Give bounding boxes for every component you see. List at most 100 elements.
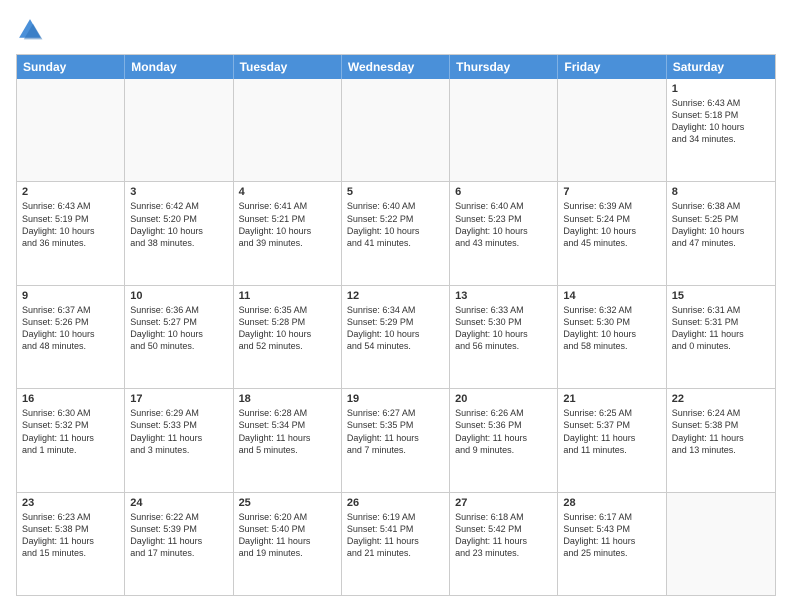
day-number: 6 bbox=[455, 186, 552, 198]
day-info: Sunrise: 6:42 AM Sunset: 5:20 PM Dayligh… bbox=[130, 200, 227, 249]
day-number: 10 bbox=[130, 290, 227, 302]
calendar-cell bbox=[450, 79, 558, 181]
day-info: Sunrise: 6:17 AM Sunset: 5:43 PM Dayligh… bbox=[563, 511, 660, 560]
day-number: 7 bbox=[563, 186, 660, 198]
day-info: Sunrise: 6:40 AM Sunset: 5:23 PM Dayligh… bbox=[455, 200, 552, 249]
day-number: 5 bbox=[347, 186, 444, 198]
day-number: 27 bbox=[455, 497, 552, 509]
day-info: Sunrise: 6:43 AM Sunset: 5:19 PM Dayligh… bbox=[22, 200, 119, 249]
day-number: 12 bbox=[347, 290, 444, 302]
calendar-cell: 28 Sunrise: 6:17 AM Sunset: 5:43 PM Dayli… bbox=[558, 493, 666, 595]
calendar-cell: 14 Sunrise: 6:32 AM Sunset: 5:30 PM Dayli… bbox=[558, 286, 666, 388]
calendar-header-day: Tuesday bbox=[234, 55, 342, 79]
day-info: Sunrise: 6:35 AM Sunset: 5:28 PM Dayligh… bbox=[239, 304, 336, 353]
calendar-cell bbox=[667, 493, 775, 595]
calendar-week: 23 Sunrise: 6:23 AM Sunset: 5:38 PM Dayli… bbox=[17, 493, 775, 595]
day-number: 25 bbox=[239, 497, 336, 509]
calendar-cell: 4 Sunrise: 6:41 AM Sunset: 5:21 PM Daylig… bbox=[234, 182, 342, 284]
calendar-header-day: Thursday bbox=[450, 55, 558, 79]
calendar-cell: 10 Sunrise: 6:36 AM Sunset: 5:27 PM Dayli… bbox=[125, 286, 233, 388]
day-number: 24 bbox=[130, 497, 227, 509]
calendar-header: SundayMondayTuesdayWednesdayThursdayFrid… bbox=[17, 55, 775, 79]
header bbox=[16, 16, 776, 44]
page: SundayMondayTuesdayWednesdayThursdayFrid… bbox=[0, 0, 792, 612]
calendar-week: 1Sunrise: 6:43 AM Sunset: 5:18 PM Daylig… bbox=[17, 79, 775, 182]
day-info: Sunrise: 6:24 AM Sunset: 5:38 PM Dayligh… bbox=[672, 407, 770, 456]
calendar-cell: 18 Sunrise: 6:28 AM Sunset: 5:34 PM Dayli… bbox=[234, 389, 342, 491]
calendar-cell bbox=[558, 79, 666, 181]
calendar-cell: 17 Sunrise: 6:29 AM Sunset: 5:33 PM Dayli… bbox=[125, 389, 233, 491]
calendar-cell: 3 Sunrise: 6:42 AM Sunset: 5:20 PM Daylig… bbox=[125, 182, 233, 284]
day-number: 2 bbox=[22, 186, 119, 198]
calendar-cell bbox=[17, 79, 125, 181]
day-number: 18 bbox=[239, 393, 336, 405]
calendar-cell: 2 Sunrise: 6:43 AM Sunset: 5:19 PM Daylig… bbox=[17, 182, 125, 284]
day-info: Sunrise: 6:18 AM Sunset: 5:42 PM Dayligh… bbox=[455, 511, 552, 560]
logo-icon bbox=[16, 16, 44, 44]
calendar-body: 1Sunrise: 6:43 AM Sunset: 5:18 PM Daylig… bbox=[17, 79, 775, 595]
calendar-week: 9 Sunrise: 6:37 AM Sunset: 5:26 PM Daylig… bbox=[17, 286, 775, 389]
day-number: 9 bbox=[22, 290, 119, 302]
calendar-cell: 8Sunrise: 6:38 AM Sunset: 5:25 PM Daylig… bbox=[667, 182, 775, 284]
day-number: 23 bbox=[22, 497, 119, 509]
calendar-cell: 6 Sunrise: 6:40 AM Sunset: 5:23 PM Daylig… bbox=[450, 182, 558, 284]
calendar-header-day: Saturday bbox=[667, 55, 775, 79]
day-number: 13 bbox=[455, 290, 552, 302]
day-info: Sunrise: 6:27 AM Sunset: 5:35 PM Dayligh… bbox=[347, 407, 444, 456]
calendar-cell: 5 Sunrise: 6:40 AM Sunset: 5:22 PM Daylig… bbox=[342, 182, 450, 284]
calendar-cell: 13 Sunrise: 6:33 AM Sunset: 5:30 PM Dayli… bbox=[450, 286, 558, 388]
day-info: Sunrise: 6:34 AM Sunset: 5:29 PM Dayligh… bbox=[347, 304, 444, 353]
day-number: 11 bbox=[239, 290, 336, 302]
day-info: Sunrise: 6:39 AM Sunset: 5:24 PM Dayligh… bbox=[563, 200, 660, 249]
calendar-cell: 27 Sunrise: 6:18 AM Sunset: 5:42 PM Dayli… bbox=[450, 493, 558, 595]
day-number: 21 bbox=[563, 393, 660, 405]
day-number: 22 bbox=[672, 393, 770, 405]
calendar-cell: 1Sunrise: 6:43 AM Sunset: 5:18 PM Daylig… bbox=[667, 79, 775, 181]
calendar-cell: 19 Sunrise: 6:27 AM Sunset: 5:35 PM Dayli… bbox=[342, 389, 450, 491]
calendar-header-day: Monday bbox=[125, 55, 233, 79]
calendar-header-day: Friday bbox=[558, 55, 666, 79]
calendar-cell: 9 Sunrise: 6:37 AM Sunset: 5:26 PM Daylig… bbox=[17, 286, 125, 388]
logo bbox=[16, 16, 48, 44]
calendar-cell: 26 Sunrise: 6:19 AM Sunset: 5:41 PM Dayli… bbox=[342, 493, 450, 595]
calendar-header-day: Sunday bbox=[17, 55, 125, 79]
day-info: Sunrise: 6:37 AM Sunset: 5:26 PM Dayligh… bbox=[22, 304, 119, 353]
day-number: 20 bbox=[455, 393, 552, 405]
day-info: Sunrise: 6:20 AM Sunset: 5:40 PM Dayligh… bbox=[239, 511, 336, 560]
day-info: Sunrise: 6:31 AM Sunset: 5:31 PM Dayligh… bbox=[672, 304, 770, 353]
day-number: 28 bbox=[563, 497, 660, 509]
day-info: Sunrise: 6:32 AM Sunset: 5:30 PM Dayligh… bbox=[563, 304, 660, 353]
day-number: 17 bbox=[130, 393, 227, 405]
day-info: Sunrise: 6:19 AM Sunset: 5:41 PM Dayligh… bbox=[347, 511, 444, 560]
day-info: Sunrise: 6:41 AM Sunset: 5:21 PM Dayligh… bbox=[239, 200, 336, 249]
calendar-cell: 15 Sunrise: 6:31 AM Sunset: 5:31 PM Dayli… bbox=[667, 286, 775, 388]
calendar-cell: 24 Sunrise: 6:22 AM Sunset: 5:39 PM Dayli… bbox=[125, 493, 233, 595]
day-info: Sunrise: 6:33 AM Sunset: 5:30 PM Dayligh… bbox=[455, 304, 552, 353]
day-info: Sunrise: 6:25 AM Sunset: 5:37 PM Dayligh… bbox=[563, 407, 660, 456]
day-info: Sunrise: 6:22 AM Sunset: 5:39 PM Dayligh… bbox=[130, 511, 227, 560]
day-info: Sunrise: 6:29 AM Sunset: 5:33 PM Dayligh… bbox=[130, 407, 227, 456]
day-number: 3 bbox=[130, 186, 227, 198]
calendar-cell: 21 Sunrise: 6:25 AM Sunset: 5:37 PM Dayli… bbox=[558, 389, 666, 491]
calendar-cell: 23 Sunrise: 6:23 AM Sunset: 5:38 PM Dayli… bbox=[17, 493, 125, 595]
day-info: Sunrise: 6:43 AM Sunset: 5:18 PM Dayligh… bbox=[672, 97, 770, 146]
day-number: 16 bbox=[22, 393, 119, 405]
day-number: 4 bbox=[239, 186, 336, 198]
calendar-cell: 25 Sunrise: 6:20 AM Sunset: 5:40 PM Dayli… bbox=[234, 493, 342, 595]
calendar-cell: 11 Sunrise: 6:35 AM Sunset: 5:28 PM Dayli… bbox=[234, 286, 342, 388]
day-number: 19 bbox=[347, 393, 444, 405]
calendar-week: 16Sunrise: 6:30 AM Sunset: 5:32 PM Dayli… bbox=[17, 389, 775, 492]
calendar-cell bbox=[342, 79, 450, 181]
day-info: Sunrise: 6:28 AM Sunset: 5:34 PM Dayligh… bbox=[239, 407, 336, 456]
calendar-cell: 7 Sunrise: 6:39 AM Sunset: 5:24 PM Daylig… bbox=[558, 182, 666, 284]
day-info: Sunrise: 6:36 AM Sunset: 5:27 PM Dayligh… bbox=[130, 304, 227, 353]
day-number: 14 bbox=[563, 290, 660, 302]
calendar: SundayMondayTuesdayWednesdayThursdayFrid… bbox=[16, 54, 776, 596]
calendar-header-day: Wednesday bbox=[342, 55, 450, 79]
day-info: Sunrise: 6:40 AM Sunset: 5:22 PM Dayligh… bbox=[347, 200, 444, 249]
day-info: Sunrise: 6:23 AM Sunset: 5:38 PM Dayligh… bbox=[22, 511, 119, 560]
day-number: 15 bbox=[672, 290, 770, 302]
calendar-cell: 12 Sunrise: 6:34 AM Sunset: 5:29 PM Dayli… bbox=[342, 286, 450, 388]
day-number: 26 bbox=[347, 497, 444, 509]
calendar-cell: 20Sunrise: 6:26 AM Sunset: 5:36 PM Dayli… bbox=[450, 389, 558, 491]
